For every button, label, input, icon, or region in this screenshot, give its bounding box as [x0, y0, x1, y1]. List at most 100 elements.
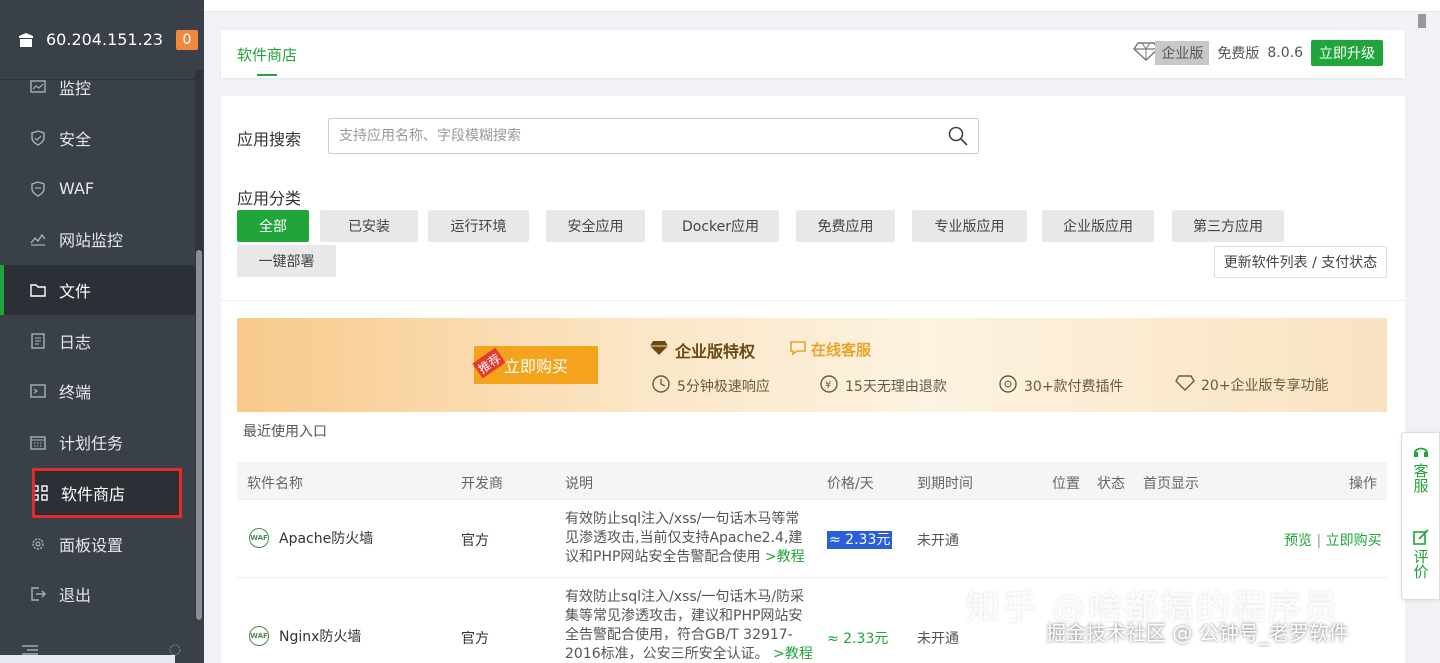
tab-underline: [257, 74, 277, 76]
sidebar-item-label: 监控: [59, 79, 92, 99]
waf-shield-icon: [30, 180, 46, 197]
sidebar-item-terminal[interactable]: 终端: [0, 366, 196, 417]
plugins-icon: [998, 374, 1018, 398]
enterprise-label: 企业版: [1155, 41, 1210, 65]
tutorial-link[interactable]: >教程: [765, 549, 805, 565]
sidebar-item-label: 安全: [59, 130, 92, 150]
software-name-cell[interactable]: WAF Apache防火墙: [249, 528, 373, 548]
sidebar-item-panel-settings[interactable]: 面板设置: [0, 518, 196, 569]
description-cell: 有效防止sql注入/xss/一句话木马等常见渗透攻击,当前仅支持Apache2.…: [565, 510, 810, 567]
notification-badge[interactable]: 0: [176, 30, 198, 50]
sidebar-item-label: 终端: [59, 383, 92, 403]
customer-service-text: 客服: [1411, 463, 1430, 493]
category-docker[interactable]: Docker应用: [662, 210, 779, 242]
upgrade-button[interactable]: 立即升级: [1311, 40, 1383, 66]
free-edition-label: 免费版: [1217, 46, 1260, 62]
logout-icon: [30, 586, 46, 602]
search-icon[interactable]: [938, 126, 978, 146]
online-service-text: 在线客服: [811, 341, 872, 359]
waf-icon: WAF: [249, 626, 269, 646]
sidebar-bottom-strip: [0, 655, 175, 663]
price-cell: ≈ 2.33元: [827, 631, 889, 647]
category-security[interactable]: 安全应用: [546, 210, 645, 242]
search-input[interactable]: [339, 128, 938, 144]
sidebar-item-files[interactable]: 文件: [0, 264, 196, 316]
category-free[interactable]: 免费应用: [796, 210, 895, 242]
software-name-cell[interactable]: WAF Nginx防火墙: [249, 626, 361, 646]
sidebar-item-label: 计划任务: [59, 434, 124, 454]
preview-link[interactable]: 预览: [1284, 533, 1312, 549]
col-expire: 到期时间: [917, 476, 973, 492]
developer-cell: 官方: [461, 533, 489, 549]
search-box: [328, 118, 979, 154]
sidebar-item-label: 面板设置: [59, 535, 124, 555]
review-button[interactable]: 评价: [1402, 529, 1440, 579]
version-number: 8.0.6: [1267, 45, 1303, 61]
enterprise-promo-banner: 立即购买 推荐 企业版特权 在线客服 5分钟极速响应 ¥ 15天无理由退款 30…: [237, 318, 1387, 412]
shield-icon: [30, 130, 46, 146]
description-text: 有效防止sql注入/xss/一句话木马/防采集等常见渗透攻击，建议和PHP网站安…: [565, 589, 805, 662]
online-service-link[interactable]: 在线客服: [789, 339, 871, 360]
sidebar-item-label: 网站监控: [59, 231, 124, 251]
headset-icon: [1413, 443, 1429, 463]
tutorial-link[interactable]: >教程: [773, 646, 813, 662]
version-info: 企业版 免费版 8.0.6 立即升级: [1133, 40, 1383, 66]
sidebar-item-label: 软件商店: [61, 484, 126, 504]
developer-cell: 官方: [461, 631, 489, 647]
col-actions: 操作: [1349, 476, 1377, 492]
sidebar-item-security[interactable]: 安全: [0, 113, 196, 164]
sidebar-item-label: 文件: [59, 282, 92, 302]
sidebar-item-software-store[interactable]: 软件商店: [32, 467, 182, 519]
waf-icon: WAF: [249, 528, 269, 548]
category-all[interactable]: 全部: [237, 210, 309, 242]
feature-fast-response: 5分钟极速响应: [651, 374, 770, 398]
sidebar-item-logs[interactable]: 日志: [0, 315, 196, 366]
category-enterprise[interactable]: 企业版应用: [1042, 210, 1154, 242]
col-price: 价格/天: [827, 476, 874, 492]
expire-cell: 未开通: [917, 533, 959, 549]
buy-now-link[interactable]: 立即购买: [1326, 533, 1382, 549]
customer-service-button[interactable]: 客服: [1402, 443, 1440, 493]
sidebar-item-monitor[interactable]: 监控: [0, 62, 196, 113]
category-one-click-deploy[interactable]: 一键部署: [237, 245, 336, 277]
sidebar-item-site-monitor[interactable]: 网站监控: [0, 214, 196, 265]
col-status: 状态: [1097, 476, 1125, 492]
page-scrollbar-thumb[interactable]: [1418, 14, 1426, 28]
col-description: 说明: [565, 476, 593, 492]
enterprise-edition-badge[interactable]: 企业版: [1133, 41, 1210, 65]
col-homepage-display: 首页显示: [1143, 476, 1199, 492]
col-developer: 开发商: [461, 476, 503, 492]
feature-text: 15天无理由退款: [845, 379, 947, 395]
feature-refund: ¥ 15天无理由退款: [819, 374, 947, 398]
fast-response-icon: [651, 374, 671, 398]
server-ip: 60.204.151.23: [46, 30, 164, 49]
diamond-outline-icon: [1175, 374, 1195, 396]
top-bar: [204, 0, 1440, 12]
sidebar-scrollbar-thumb[interactable]: [196, 250, 202, 620]
grid-icon: [32, 485, 48, 501]
terminal-icon: [30, 383, 46, 399]
refresh-software-list-button[interactable]: 更新软件列表 / 支付状态: [1214, 246, 1387, 278]
sidebar-item-logout[interactable]: 退出: [0, 569, 196, 620]
price-value: ≈ 2.33元: [827, 531, 893, 549]
sidebar: 60.204.151.23 0 监控 安全 WAF 网站监控 文件 日志 终端 …: [0, 0, 204, 663]
tab-software-store[interactable]: 软件商店: [237, 44, 297, 65]
category-installed[interactable]: 已安装: [320, 210, 418, 242]
enterprise-privilege-title: 企业版特权: [649, 338, 755, 362]
feature-text: 20+企业版专享功能: [1201, 378, 1329, 394]
price-cell: ≈ 2.33元: [827, 529, 893, 549]
sidebar-item-waf[interactable]: WAF: [0, 163, 196, 214]
category-runtime[interactable]: 运行环境: [428, 210, 529, 242]
calendar-icon: [30, 434, 46, 450]
search-label: 应用搜索: [237, 130, 302, 149]
category-third-party[interactable]: 第三方应用: [1172, 210, 1284, 242]
recent-entries-label: 最近使用入口: [243, 424, 327, 440]
category-pro[interactable]: 专业版应用: [912, 210, 1027, 242]
feature-text: 30+款付费插件: [1024, 379, 1124, 395]
diamond-icon: [649, 340, 669, 360]
review-text: 评价: [1411, 549, 1430, 579]
category-label: 应用分类: [237, 189, 302, 208]
gear-icon: [30, 536, 46, 552]
sidebar-item-cron[interactable]: 计划任务: [0, 417, 196, 468]
software-name: Apache防火墙: [279, 531, 374, 547]
